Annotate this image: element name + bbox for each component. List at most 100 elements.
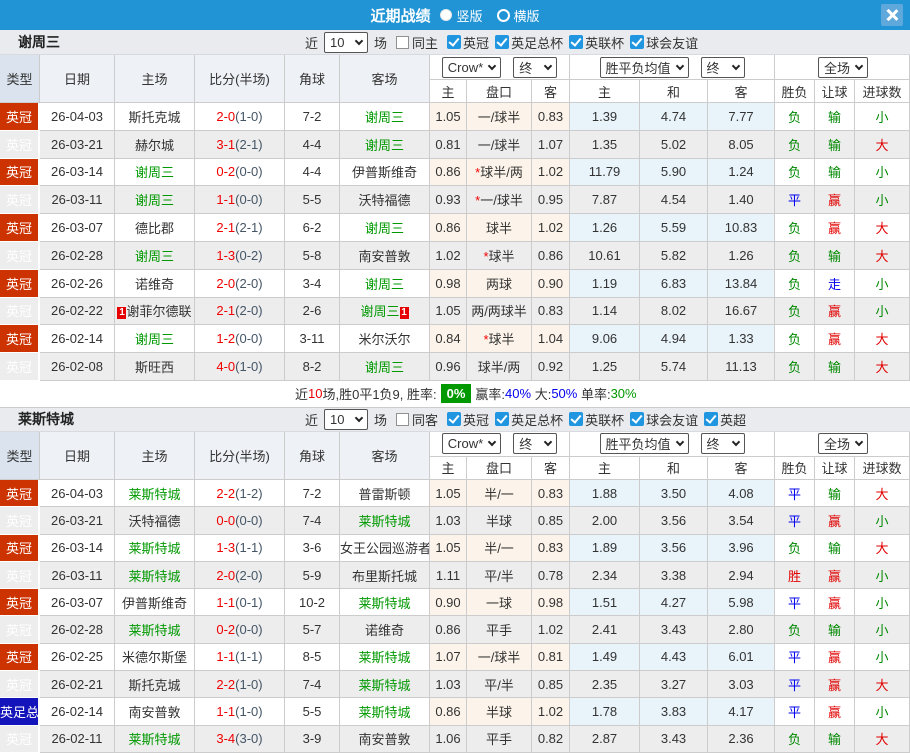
euro-draw-odds-cell: 3.43 [640,725,709,753]
radio-selected-icon[interactable] [440,9,453,21]
euro-draw-odds-cell: 4.43 [640,643,709,672]
full-match-select-value: 全场 [824,60,851,76]
match-count-select[interactable]: 10 [324,408,369,430]
score-cell: 0-2(0-0) [195,616,285,644]
euro-draw-odds-cell: 5.90 [640,158,709,187]
bookmaker-select[interactable]: Crow* [441,56,502,78]
result-cell: 负 [775,241,816,270]
home-team-cell: 伊普斯维奇 [115,589,195,617]
goals-result-cell: 小 [855,616,910,644]
match-type-badge: 英冠 [0,269,40,298]
checkbox-checked-icon[interactable] [630,35,645,49]
subcol-result: 胜负 [775,80,816,103]
result-cell: 平 [775,589,816,617]
league-filter-label: 球会友谊 [646,412,699,428]
home-team-name: 斯托克城 [128,677,181,693]
wdl-average-select[interactable]: 胜平负均值 [599,433,689,455]
goals-result-cell: 小 [855,103,910,131]
handicap-line: 平/半 [484,568,514,584]
checkbox-checked-icon[interactable] [630,412,645,427]
away-team-name: 莱斯特城 [358,595,411,611]
chevron-down-icon [354,36,364,45]
handicap-result-cell: 赢 [815,589,856,617]
radio-horizontal-label: 横版 [513,8,540,24]
league-filter-item[interactable]: 英超 [698,410,746,429]
home-team-cell: 莱斯特城 [115,479,195,508]
radio-vertical-layout[interactable]: 竖版 [440,6,483,25]
goals-result-cell: 大 [855,325,910,354]
table-row: 英冠 26-03-11 莱斯特城 2-0(2-0) 5-9 布里斯托城 1.11… [0,561,910,590]
bookmaker-select[interactable]: Crow* [441,433,502,455]
radio-unselected-icon[interactable] [496,8,510,22]
summary-part: 单率: [577,387,611,403]
euro-draw-odds-cell: 3.43 [640,616,709,644]
handicap-away-odds-cell: 1.02 [532,214,571,242]
checkbox-checked-icon[interactable] [447,35,462,49]
match-type-badge: 英足总杯 [0,698,40,726]
halftime-score: (2-1) [235,220,263,236]
table-row: 英冠 26-02-26 诺维奇 2-0(2-0) 3-4 谢周三 0.98 两球… [0,269,910,298]
summary-part: 场,胜0平1负9, 胜率: [322,387,437,403]
halftime-score: (0-0) [235,192,263,208]
league-filter-item[interactable]: 英联杯 [563,410,624,429]
handicap-line: 一/球半 [477,137,521,153]
checkbox-checked-icon[interactable] [495,35,510,49]
full-match-select[interactable]: 全场 [818,56,869,78]
away-team-name: 布里斯托城 [351,568,417,584]
league-filter-item[interactable]: 英足总杯 [489,33,563,52]
fulltime-score: 3-1 [216,136,236,152]
scope-dropdown-cell: 全场 [775,55,910,80]
handicap-result-cell: 赢 [815,214,856,242]
full-match-select[interactable]: 全场 [818,433,869,455]
score-cell: 2-1(2-0) [195,297,285,326]
wdl-time-select[interactable]: 终 [700,56,745,78]
euro-draw-odds-cell: 5.82 [640,241,709,270]
close-icon[interactable] [881,4,903,26]
odds-time-select[interactable]: 终 [513,433,558,455]
match-count-select[interactable]: 10 [324,31,369,53]
table-row: 英冠 26-02-28 莱斯特城 0-2(0-0) 5-7 诺维奇 0.86 平… [0,616,910,644]
checkbox-checked-icon[interactable] [704,412,719,427]
handicap-line-cell: 半/一 [467,534,532,562]
home-team-name: 南安普敦 [128,704,181,720]
checkbox-checked-icon[interactable] [569,412,584,427]
chevron-down-icon [731,438,740,447]
wdl-average-select[interactable]: 胜平负均值 [599,56,689,78]
checkbox-checked-icon[interactable] [495,412,510,427]
league-filter-item[interactable]: 球会友谊 [624,410,698,429]
away-team-name: 诺维奇 [364,623,404,639]
radio-horizontal-layout[interactable]: 横版 [496,6,540,25]
result-cell: 负 [775,158,816,187]
same-venue-checkbox[interactable] [396,412,410,426]
handicap-home-odds-cell: 0.98 [430,269,467,298]
result-cell: 平 [775,479,816,508]
match-type-badge: 英冠 [0,479,40,508]
handicap-away-odds-cell: 0.98 [532,589,571,617]
league-filter-item[interactable]: 英足总杯 [489,410,563,429]
away-team-cell: 伊普斯维奇 [340,158,430,187]
subcol-handicap-away: 客 [532,456,571,480]
handicap-home-odds-cell: 1.05 [430,103,467,131]
match-date-cell: 26-03-14 [40,534,115,562]
league-filter-item[interactable]: 英冠 [441,33,489,52]
league-filter-item[interactable]: 球会友谊 [624,33,698,52]
handicap-away-odds-cell: 0.81 [532,643,571,672]
handicap-line: 两球 [485,276,512,292]
score-cell: 2-0(1-0) [195,103,285,131]
home-team-name: 莱斯特城 [128,541,181,557]
odds-time-select[interactable]: 终 [513,56,558,78]
away-team-cell: 沃特福德 [340,186,430,215]
home-team-cell: 莱斯特城 [115,561,195,590]
home-team-name: 莱斯特城 [128,568,181,584]
match-date-cell: 26-02-28 [40,241,115,270]
halftime-score: (3-0) [235,731,263,747]
halftime-score: (2-0) [235,567,263,583]
checkbox-checked-icon[interactable] [569,35,584,49]
handicap-line-cell: 平手 [467,725,532,753]
corner-cell: 7-2 [285,103,340,131]
league-filter-item[interactable]: 英冠 [441,410,489,429]
same-venue-checkbox[interactable] [396,35,410,49]
wdl-time-select[interactable]: 终 [700,433,745,455]
league-filter-item[interactable]: 英联杯 [563,33,624,52]
checkbox-checked-icon[interactable] [447,412,462,427]
